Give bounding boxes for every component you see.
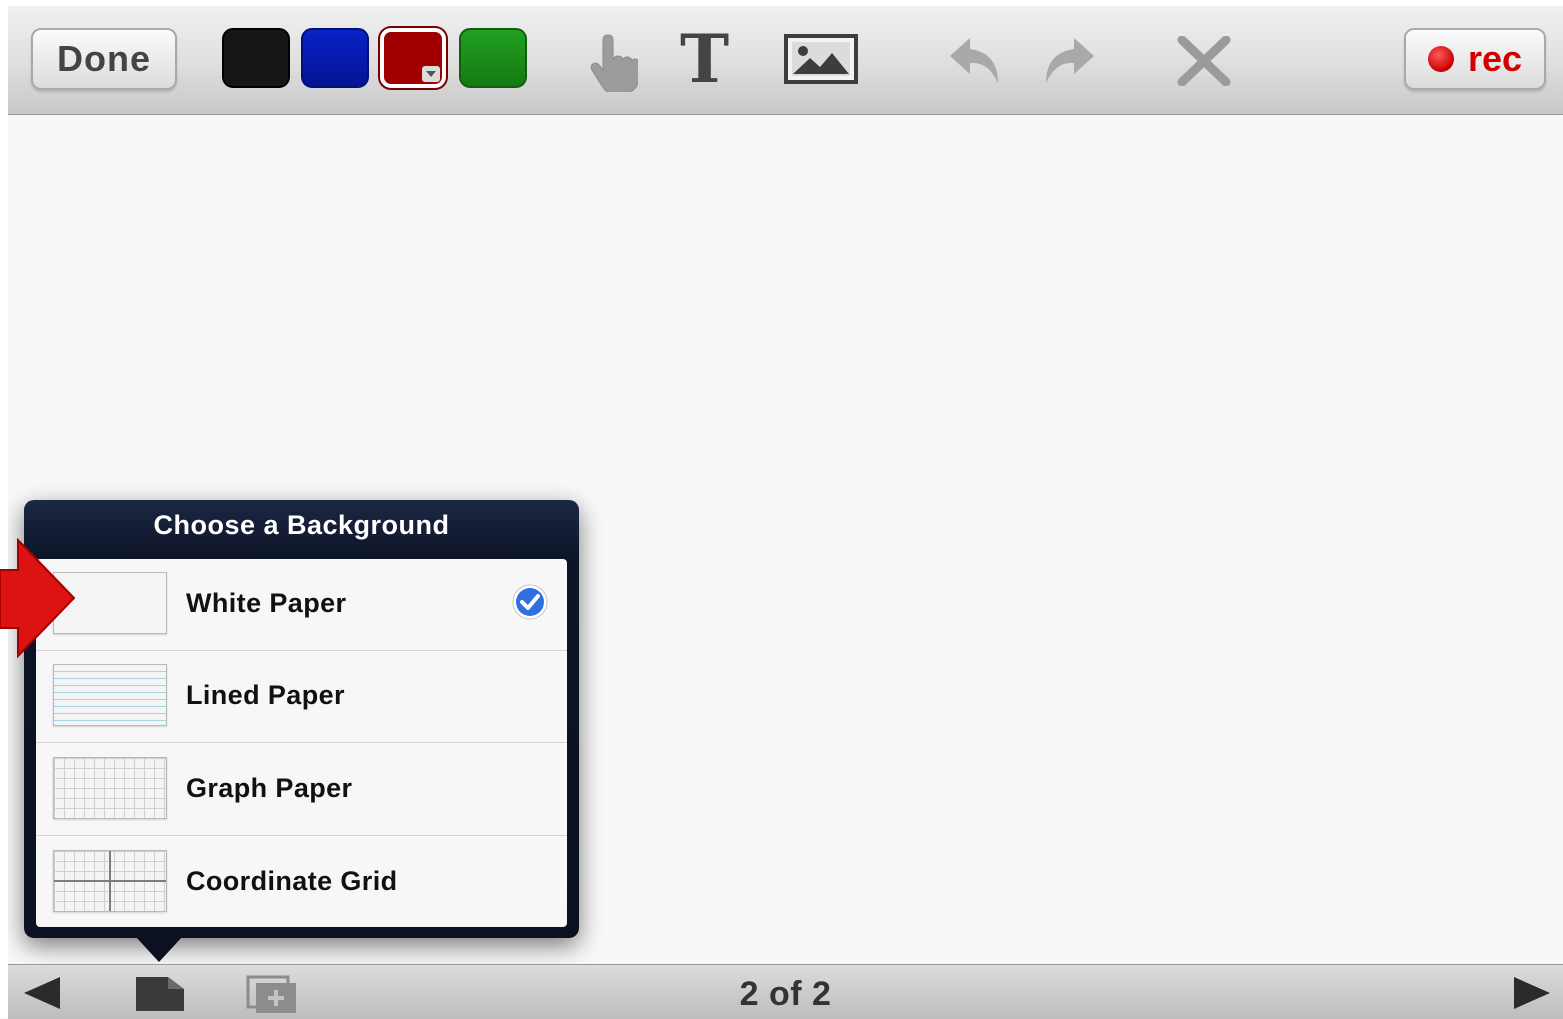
done-button[interactable]: Done — [31, 28, 177, 90]
page-counter: 2 of 2 — [739, 975, 832, 1013]
undo-icon[interactable] — [948, 34, 1004, 88]
coordinate-grid-thumbnail — [53, 850, 167, 912]
image-icon[interactable] — [784, 34, 858, 84]
next-page-icon[interactable] — [1512, 975, 1552, 1011]
redo-icon[interactable] — [1040, 34, 1096, 88]
color-swatch-red[interactable] — [380, 28, 446, 88]
lined-paper-thumbnail — [53, 664, 167, 726]
color-swatch-blue[interactable] — [301, 28, 369, 88]
option-label: Lined Paper — [186, 680, 345, 710]
top-border — [0, 0, 1563, 6]
graph-paper-thumbnail — [53, 757, 167, 819]
bottom-toolbar: 2 of 2 — [8, 964, 1563, 1019]
popover-title: Choose a Background — [153, 510, 450, 540]
color-dropdown-icon[interactable] — [422, 66, 440, 82]
hand-icon[interactable] — [586, 34, 638, 92]
text-icon[interactable]: T — [680, 20, 729, 98]
background-option-graph-paper[interactable]: Graph Paper — [36, 744, 567, 836]
clear-icon[interactable] — [1176, 36, 1232, 86]
option-label: White Paper — [186, 588, 347, 618]
checkmark-icon — [512, 584, 548, 620]
background-option-lined-paper[interactable]: Lined Paper — [36, 651, 567, 743]
option-label: Coordinate Grid — [186, 866, 398, 896]
option-label: Graph Paper — [186, 773, 353, 803]
popover-pointer — [135, 936, 183, 962]
record-label: rec — [1467, 38, 1523, 79]
record-button[interactable]: rec — [1404, 28, 1546, 90]
background-options-list: White Paper Lined Paper Graph Paper Coor… — [36, 559, 567, 927]
color-swatch-green[interactable] — [459, 28, 527, 88]
background-option-coordinate-grid[interactable]: Coordinate Grid — [36, 837, 567, 927]
color-swatch-black[interactable] — [222, 28, 290, 88]
left-border — [0, 0, 8, 1018]
top-toolbar: Done T rec — [8, 6, 1563, 115]
background-popover: Choose a Background White Paper Lined Pa… — [24, 500, 579, 938]
background-option-white-paper[interactable]: White Paper — [36, 559, 567, 651]
record-dot-icon — [1427, 46, 1454, 72]
red-arrow-icon — [0, 538, 76, 659]
